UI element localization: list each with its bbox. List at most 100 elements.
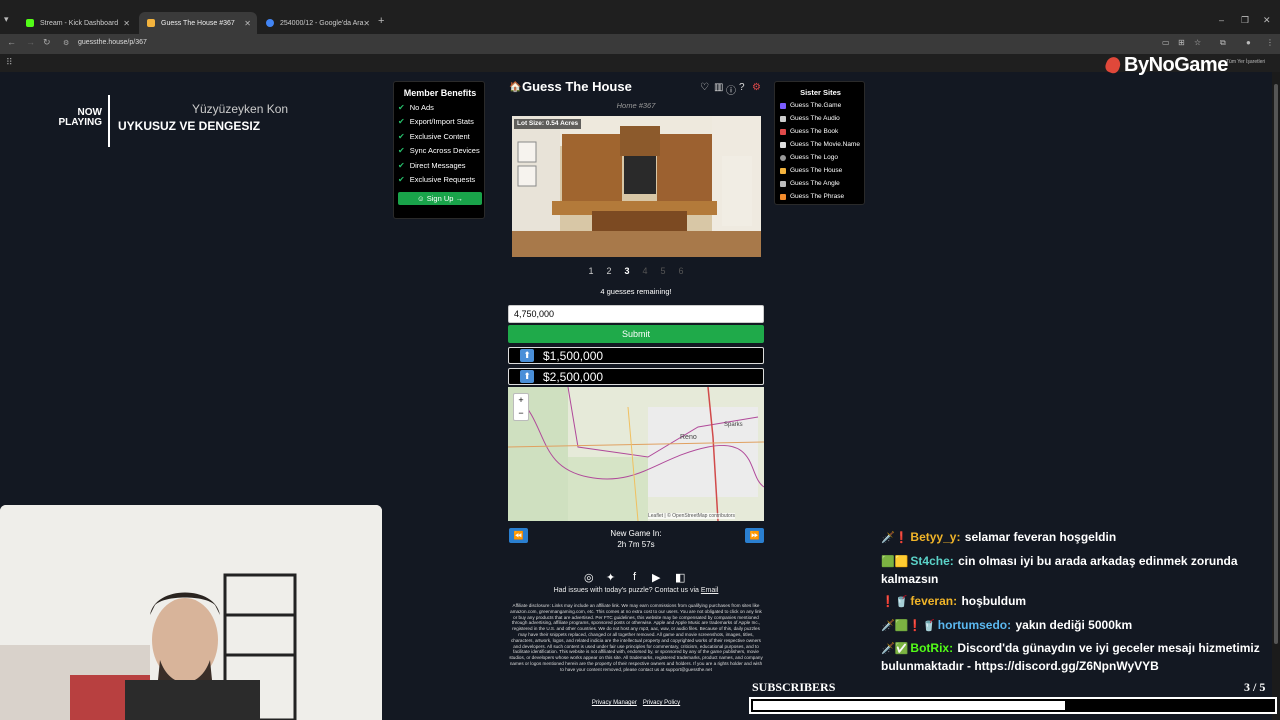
zoom-out-button[interactable]: − [514,407,528,420]
map-attribution[interactable]: Leaflet | © OpenStreetMap contributors [648,513,735,519]
basketball-icon [1103,55,1123,75]
privacy-policy-link[interactable]: Privacy Policy [643,700,680,706]
restore-icon[interactable]: ❐ [1241,15,1249,26]
close-window-icon[interactable]: ✕ [1263,15,1271,26]
check-icon: ✔ [398,175,405,184]
chat-username[interactable]: St4che: [910,554,953,568]
close-tab-icon[interactable]: ✕ [244,19,251,28]
badge-icons: 🗡️❗ [881,532,909,544]
fast-forward-icon: ⏩ [749,531,760,540]
extensions-icon[interactable]: ⧉ [1220,38,1226,48]
chat-message: ❗🥤 feveran: hoşbuldum [881,593,1261,611]
stats-icon[interactable]: ▥ [714,82,723,93]
chat-message: 🗡️🟩❗🥤 hortumsedo: yakın dediği 5000km [881,617,1261,635]
chat-username[interactable]: BotRix: [910,641,953,655]
address-bar [0,34,1280,54]
badge-icons: ❗🥤 [881,596,909,608]
lot-size-badge: Lot Size: 0.54 Acres [514,119,582,129]
game-title: Guess The House [522,79,632,94]
scrollbar-thumb[interactable] [1274,84,1278,644]
sister-site-link[interactable]: Guess The.Game [780,102,841,109]
menu-icon[interactable]: ⋮ [1266,38,1274,47]
tab-guess-the-house[interactable]: Guess The House #367 ✕ [139,12,257,34]
price-guess-input[interactable] [508,305,764,323]
webcam-image [0,505,382,720]
sister-site-label: Guess The Logo [790,154,838,161]
info-icon[interactable]: ⓘ [726,82,736,97]
previous-game-button[interactable]: ⏪ [509,528,528,543]
photo-page-3[interactable]: 3 [620,266,634,276]
back-icon[interactable]: ← [7,37,16,47]
sister-site-link[interactable]: Guess The Logo [780,154,838,161]
privacy-manager-link[interactable]: Privacy Manager [592,700,637,706]
sister-site-link[interactable]: Guess The Audio [780,115,840,122]
instagram-icon[interactable]: ◎ [584,571,594,584]
profile-icon[interactable]: ● [1246,38,1251,47]
reload-icon[interactable]: ↻ [43,37,51,48]
close-tab-icon[interactable]: ✕ [123,19,130,28]
chat-username[interactable]: hortumsedo: [938,618,1011,632]
issues-message: Had issues with today's puzzle? Contact … [553,587,701,594]
sister-site-label: Guess The House [790,167,843,174]
sister-site-link[interactable]: Guess The Angle [780,180,840,187]
tab-google-search[interactable]: 254000/12 - Google'da Ara ✕ [258,12,376,34]
new-tab-icon[interactable]: + [378,15,384,27]
bookmark-star-icon[interactable]: ☆ [1194,38,1201,47]
sister-site-link[interactable]: Guess The Book [780,128,838,135]
sister-site-link[interactable]: Guess The House [780,167,842,174]
chat-text: selamar feveran hoşgeldin [964,530,1117,544]
rss-icon[interactable]: ◧ [675,571,685,584]
scrollbar[interactable] [1272,72,1280,720]
help-icon[interactable]: ? [739,82,745,93]
now-playing-artist: Yüzyüzeyken Kon [192,102,289,116]
url-field[interactable]: guessthe.house/p/367 [78,39,147,46]
chat-username[interactable]: feveran: [910,594,957,608]
site-info-icon[interactable]: ⚙ [63,39,69,47]
benefit-label: Exclusive Content [409,132,470,141]
chat-message: 🟩🟨 St4che: cin olması iyi bu arada arkada… [881,553,1261,588]
next-game-button[interactable]: ⏩ [745,528,764,543]
footer-links: Privacy Manager Privacy Policy [510,700,762,706]
settings-icon[interactable]: ⚙ [752,82,761,93]
apps-icon[interactable]: ⠿ [6,57,13,68]
photo-page-6[interactable]: 6 [674,266,688,276]
subscribers-progress-fill [753,701,1065,710]
photo-page-2[interactable]: 2 [602,266,616,276]
chat-text: yakın dediği 5000km [1015,618,1133,632]
sister-site-label: Guess The Movie.Name [790,141,860,148]
rewind-icon: ⏪ [513,531,524,540]
house-photo[interactable] [512,116,761,257]
translate-icon[interactable]: ⊞ [1178,38,1185,47]
sign-up-button[interactable]: ☺ Sign Up → [398,192,482,205]
submit-button[interactable]: Submit [508,325,764,343]
photo-page-1[interactable]: 1 [584,266,598,276]
tab-label: Stream - Kick Dashboard [40,19,119,27]
location-map[interactable]: Reno Sparks [508,387,764,521]
minimize-icon[interactable]: – [1219,15,1224,25]
install-icon[interactable]: ▭ [1162,38,1170,47]
forward-icon[interactable]: → [26,37,35,47]
all-bookmarks[interactable]: Tüm Yer İşaretleri [1226,59,1265,65]
tab-kick-dashboard[interactable]: Stream - Kick Dashboard ✕ [18,12,136,34]
facebook-icon[interactable]: f [633,571,636,583]
sister-site-link[interactable]: Guess The Phrase [780,193,844,200]
tab-search-icon[interactable]: ▾ [4,14,16,26]
house-icon [780,167,786,174]
youtube-icon[interactable]: ▶ [652,571,660,584]
zoom-in-button[interactable]: + [514,394,528,407]
badge-icons: 🗡️✅ [881,643,909,655]
heart-icon[interactable]: ♡ [700,82,709,93]
chat-username[interactable]: Betyy_y: [910,530,960,544]
sister-site-label: Guess The.Game [790,102,842,109]
map-zoom-control: + − [513,393,529,421]
sister-sites-title: Sister Sites [800,88,841,97]
new-game-countdown: 2h 7m 57s [617,540,655,549]
twitter-icon[interactable]: ✦ [606,571,615,584]
photo-page-5[interactable]: 5 [656,266,670,276]
game-icon [780,102,786,109]
sister-site-link[interactable]: Guess The Movie.Name [780,141,860,148]
email-link[interactable]: Email [701,587,719,594]
close-tab-icon[interactable]: ✕ [363,19,370,28]
photo-page-4[interactable]: 4 [638,266,652,276]
subscribers-label: SUBSCRIBERS [752,680,836,694]
